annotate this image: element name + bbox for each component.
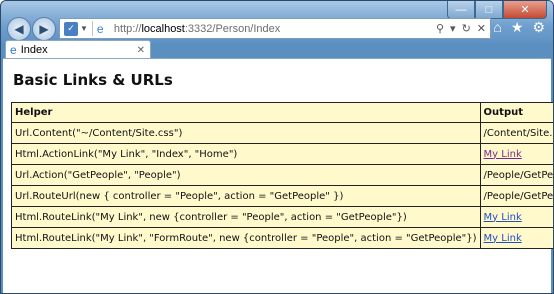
chevron-down-icon[interactable]: ▼: [80, 24, 88, 33]
url-prefix: http://: [113, 22, 142, 35]
column-header-output: Output: [479, 102, 553, 123]
table-row: Url.RouteUrl(new { controller = "People"…: [11, 185, 553, 207]
output-cell: /People/GetPeople: [479, 164, 553, 186]
table-header-row: Helper Output: [11, 102, 553, 123]
refresh-icon[interactable]: ↻: [462, 22, 471, 35]
page-content: Basic Links & URLs Helper Output Url.Con…: [3, 58, 553, 293]
output-cell: /People/GetPeople: [479, 185, 553, 207]
helper-cell: Url.RouteUrl(new { controller = "People"…: [11, 185, 481, 207]
output-cell: My Link: [479, 143, 553, 165]
url-text[interactable]: http://localhost:3332/Person/Index: [114, 23, 280, 35]
maximize-button[interactable]: □: [475, 1, 503, 19]
table-row: Html.RouteLink("My Link", new {controlle…: [11, 206, 553, 228]
url-host: localhost: [141, 22, 185, 35]
helper-cell: Html.ActionLink("My Link", "Index", "Hom…: [11, 143, 481, 165]
column-header-helper: Helper: [11, 102, 481, 123]
table-row: Url.Action("GetPeople", "People")/People…: [11, 164, 553, 186]
address-tools: ⚲ ▾ ↻ ✕: [436, 22, 486, 35]
table-row: Html.RouteLink("My Link", "FormRoute", n…: [11, 227, 553, 249]
forward-button[interactable]: ▶: [32, 17, 56, 41]
helper-cell: Url.Action("GetPeople", "People"): [11, 164, 481, 186]
divider: [91, 21, 93, 36]
arrow-left-icon: ◀: [14, 22, 24, 36]
table-row: Url.Content("~/Content/Site.css")/Conten…: [11, 122, 553, 144]
page-title: Basic Links & URLs: [13, 71, 173, 89]
my-link[interactable]: My Link: [484, 212, 522, 223]
minimize-button[interactable]: —: [447, 1, 475, 19]
helper-cell: Html.RouteLink("My Link", "FormRoute", n…: [11, 227, 481, 249]
close-icon[interactable]: ✕: [477, 22, 486, 35]
search-icon[interactable]: ⚲: [436, 22, 444, 35]
helpers-table: Helper Output Url.Content("~/Content/Sit…: [11, 102, 553, 249]
toolbar-right: ⌂ ★ ⚙: [493, 19, 545, 36]
tab-index[interactable]: e Index ✕: [5, 40, 151, 59]
home-icon[interactable]: ⌂: [493, 19, 501, 36]
back-button[interactable]: ◀: [7, 17, 31, 41]
close-tab-icon[interactable]: ✕: [137, 45, 145, 56]
helper-cell: Url.Content("~/Content/Site.css"): [11, 122, 481, 144]
tab-row: e Index ✕: [1, 39, 553, 59]
arrow-right-icon: ▶: [39, 22, 49, 36]
ie-page-icon: e: [96, 21, 104, 36]
gear-icon[interactable]: ⚙: [532, 19, 545, 36]
table-body: Url.Content("~/Content/Site.css")/Conten…: [11, 122, 553, 249]
favorites-star-icon[interactable]: ★: [511, 19, 524, 36]
address-bar[interactable]: ✓ ▼ e http://localhost:3332/Person/Index…: [59, 18, 491, 39]
my-link[interactable]: My Link: [484, 233, 522, 244]
close-window-button[interactable]: ✕: [503, 1, 547, 19]
window-controls: — □ ✕: [447, 1, 547, 19]
browser-window: — □ ✕ ◀ ▶ ✓ ▼ e http://localhost:3332/Pe…: [0, 0, 554, 294]
helper-cell: Html.RouteLink("My Link", new {controlle…: [11, 206, 481, 228]
url-path: :3332/Person/Index: [184, 22, 281, 35]
title-bar: — □ ✕ ◀ ▶ ✓ ▼ e http://localhost:3332/Pe…: [1, 1, 553, 43]
ie-tab-icon: e: [10, 43, 17, 57]
dropdown-icon[interactable]: ▾: [450, 22, 456, 35]
table-row: Html.ActionLink("My Link", "Index", "Hom…: [11, 143, 553, 165]
my-link[interactable]: My Link: [484, 149, 522, 160]
output-cell: /Content/Site.css: [479, 122, 553, 144]
tab-label: Index: [20, 44, 48, 56]
output-cell: My Link: [479, 227, 553, 249]
shield-icon[interactable]: ✓: [64, 21, 78, 36]
output-cell: My Link: [479, 206, 553, 228]
